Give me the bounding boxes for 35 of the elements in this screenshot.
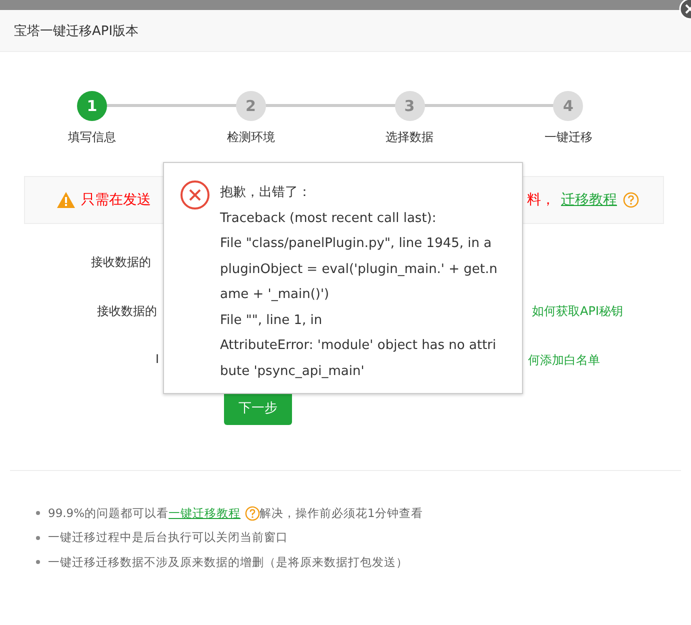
step-label: 一键迁移 (543, 129, 594, 146)
next-button[interactable]: 下一步 (224, 391, 292, 425)
step-number: 1 (77, 91, 107, 121)
error-icon (180, 180, 210, 210)
help-icon[interactable] (244, 506, 260, 521)
error-line: Traceback (most recent call last): (220, 210, 438, 228)
error-line: File "", line 1, in (220, 312, 324, 330)
error-title: 抱歉，出错了： (220, 184, 312, 202)
error-line: ame + '_main()') (220, 286, 330, 304)
tutorial-link[interactable]: 一键迁移教程 (168, 506, 241, 521)
warning-text: 料， (527, 191, 555, 209)
note-text: 99.9%的问题都可以看 (48, 506, 169, 521)
note-text: 一键迁移过程中是后台执行可以关闭当前窗口 (48, 530, 288, 546)
tutorial-link[interactable]: 迁移教程 (561, 191, 617, 209)
help-link[interactable]: 何添加白名单 (528, 352, 600, 369)
field-label: 接收数据的 (91, 254, 151, 271)
error-line: AttributeError: 'module' object has no attri (220, 337, 498, 355)
step-number: 4 (553, 91, 584, 121)
error-line: pluginObject = eval('plugin_main.' + get.n (220, 260, 498, 278)
help-link[interactable]: 如何获取API秘钥 (532, 303, 623, 320)
field-label: 接收数据的 (97, 303, 157, 320)
step-number: 3 (394, 91, 424, 121)
error-line: bute 'psync_api_main' (220, 362, 366, 380)
note-text: 一键迁移迁移数据不涉及原来数据的增删（是将原来数据打包发送） (48, 554, 408, 570)
help-icon[interactable] (623, 192, 639, 208)
error-line: File "class/panelPlugin.py", line 1945, in a (220, 235, 493, 253)
warning-icon (57, 192, 75, 208)
step-label: 填写信息 (67, 129, 117, 146)
warning-text: 只需在发送 (81, 191, 151, 209)
window-title: 宝塔一键迁移API版本 (14, 22, 139, 40)
step-label: 选择数据 (384, 129, 434, 146)
step-number: 2 (236, 91, 266, 121)
note-text: 解决，操作前必须花1分钟查看 (260, 506, 423, 521)
step-label: 检测环境 (226, 129, 276, 146)
field-label: I (155, 352, 159, 366)
